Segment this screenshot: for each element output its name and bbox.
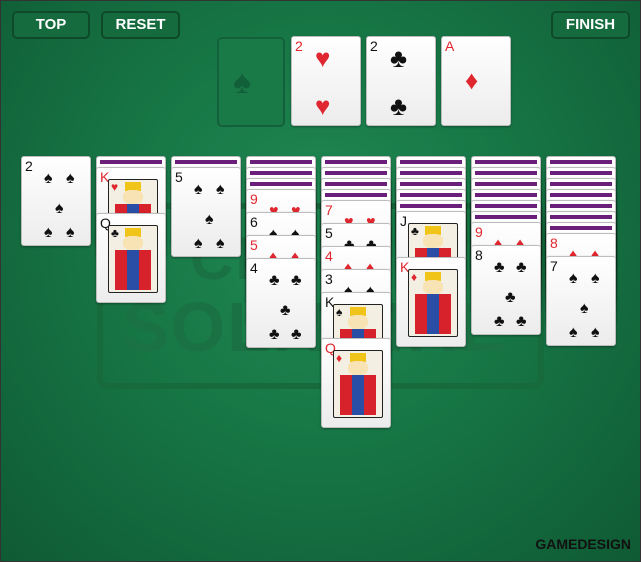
card-rank: 8 xyxy=(550,235,558,251)
playing-card[interactable]: K ♦ xyxy=(396,257,466,347)
card-suit-icon: ♠ xyxy=(44,170,53,187)
card-rank: 5 xyxy=(325,225,333,241)
card-suit-icon: ♠ xyxy=(591,270,600,287)
card-suit-icon: ♠ xyxy=(194,181,203,198)
playing-card[interactable]: Q ♣ xyxy=(96,213,166,303)
card-rank: 4 xyxy=(250,260,258,276)
reset-button[interactable]: RESET xyxy=(101,11,180,39)
face-card-art: ♣ xyxy=(108,225,158,293)
card-suit-icon: ♥ xyxy=(315,91,331,121)
card-suit-icon: ♣ xyxy=(390,43,408,73)
card-suit-icon: ♠ xyxy=(569,270,578,287)
card-suit-icon: ♣ xyxy=(390,91,408,121)
foundation-card[interactable]: 2 ♥ ♥ xyxy=(291,36,361,126)
card-rank: 2 xyxy=(370,38,378,54)
playing-card[interactable]: 4 ♣ ♣ ♣ ♣ ♣ xyxy=(246,258,316,348)
card-suit-icon: ♣ xyxy=(494,313,505,330)
empty-foundation-slot[interactable]: ♠ xyxy=(217,37,285,127)
playing-card[interactable]: 7 ♠ ♠ ♠ ♠ ♠ xyxy=(546,256,616,346)
card-rank: 5 xyxy=(250,237,258,253)
playing-card[interactable]: 8 ♣ ♣ ♣ ♣ ♣ xyxy=(471,245,541,335)
card-suit-icon: ♣ xyxy=(291,272,302,289)
card-rank: 7 xyxy=(325,202,333,218)
card-rank: A xyxy=(445,38,455,54)
card-rank: 8 xyxy=(475,247,483,263)
card-suit-icon: ♠ xyxy=(44,224,53,241)
card-suit-icon: ♠ xyxy=(216,235,225,252)
card-suit-icon: ♠ xyxy=(591,324,600,341)
card-rank: 2 xyxy=(295,38,303,54)
card-suit-icon: ♦ xyxy=(465,65,479,95)
card-suit-icon: ♣ xyxy=(111,226,119,240)
playing-card[interactable]: 2 ♠ ♠ ♠ ♠ ♠ xyxy=(21,156,91,246)
card-suit-icon: ♠ xyxy=(216,181,225,198)
card-suit-icon: ♣ xyxy=(280,302,291,319)
card-suit-icon: ♠ xyxy=(55,200,64,217)
card-suit-icon: ♠ xyxy=(66,224,75,241)
card-suit-icon: ♣ xyxy=(411,224,419,238)
playing-card[interactable]: 5 ♠ ♠ ♠ ♠ ♠ xyxy=(171,167,241,257)
card-rank: 7 xyxy=(550,258,558,274)
card-suit-icon: ♠ xyxy=(569,324,578,341)
finish-button[interactable]: FINISH xyxy=(551,11,630,39)
card-suit-icon: ♣ xyxy=(269,326,280,343)
card-suit-icon: ♥ xyxy=(111,180,119,194)
card-suit-icon: ♦ xyxy=(336,351,343,365)
card-rank: J xyxy=(400,213,407,229)
card-suit-icon: ♣ xyxy=(505,289,516,306)
card-rank: 5 xyxy=(175,169,183,185)
card-suit-icon: ♥ xyxy=(315,43,331,73)
foundation-card[interactable]: 2 ♣ ♣ xyxy=(366,36,436,126)
card-suit-icon: ♠ xyxy=(580,300,589,317)
face-card-art: ♦ xyxy=(408,269,458,337)
card-suit-icon: ♠ xyxy=(336,305,343,319)
top-button[interactable]: TOP xyxy=(12,11,90,39)
playing-card[interactable]: Q ♦ xyxy=(321,338,391,428)
card-rank: 6 xyxy=(250,214,258,230)
card-suit-icon: ♠ xyxy=(66,170,75,187)
card-rank: 9 xyxy=(250,191,258,207)
card-suit-icon: ♣ xyxy=(269,272,280,289)
spade-icon: ♠ xyxy=(233,63,252,101)
card-rank: 3 xyxy=(325,271,333,287)
foundation-card[interactable]: A ♦ xyxy=(441,36,511,126)
card-suit-icon: ♦ xyxy=(411,270,418,284)
card-rank: 2 xyxy=(25,158,33,174)
card-rank: 4 xyxy=(325,248,333,264)
brand-logo: GAMEDESIGN xyxy=(535,536,631,552)
card-suit-icon: ♣ xyxy=(516,313,527,330)
card-suit-icon: ♣ xyxy=(516,259,527,276)
card-suit-icon: ♠ xyxy=(194,235,203,252)
card-suit-icon: ♣ xyxy=(291,326,302,343)
card-suit-icon: ♠ xyxy=(205,211,214,228)
card-suit-icon: ♣ xyxy=(494,259,505,276)
card-rank: 9 xyxy=(475,224,483,240)
face-card-art: ♦ xyxy=(333,350,383,418)
